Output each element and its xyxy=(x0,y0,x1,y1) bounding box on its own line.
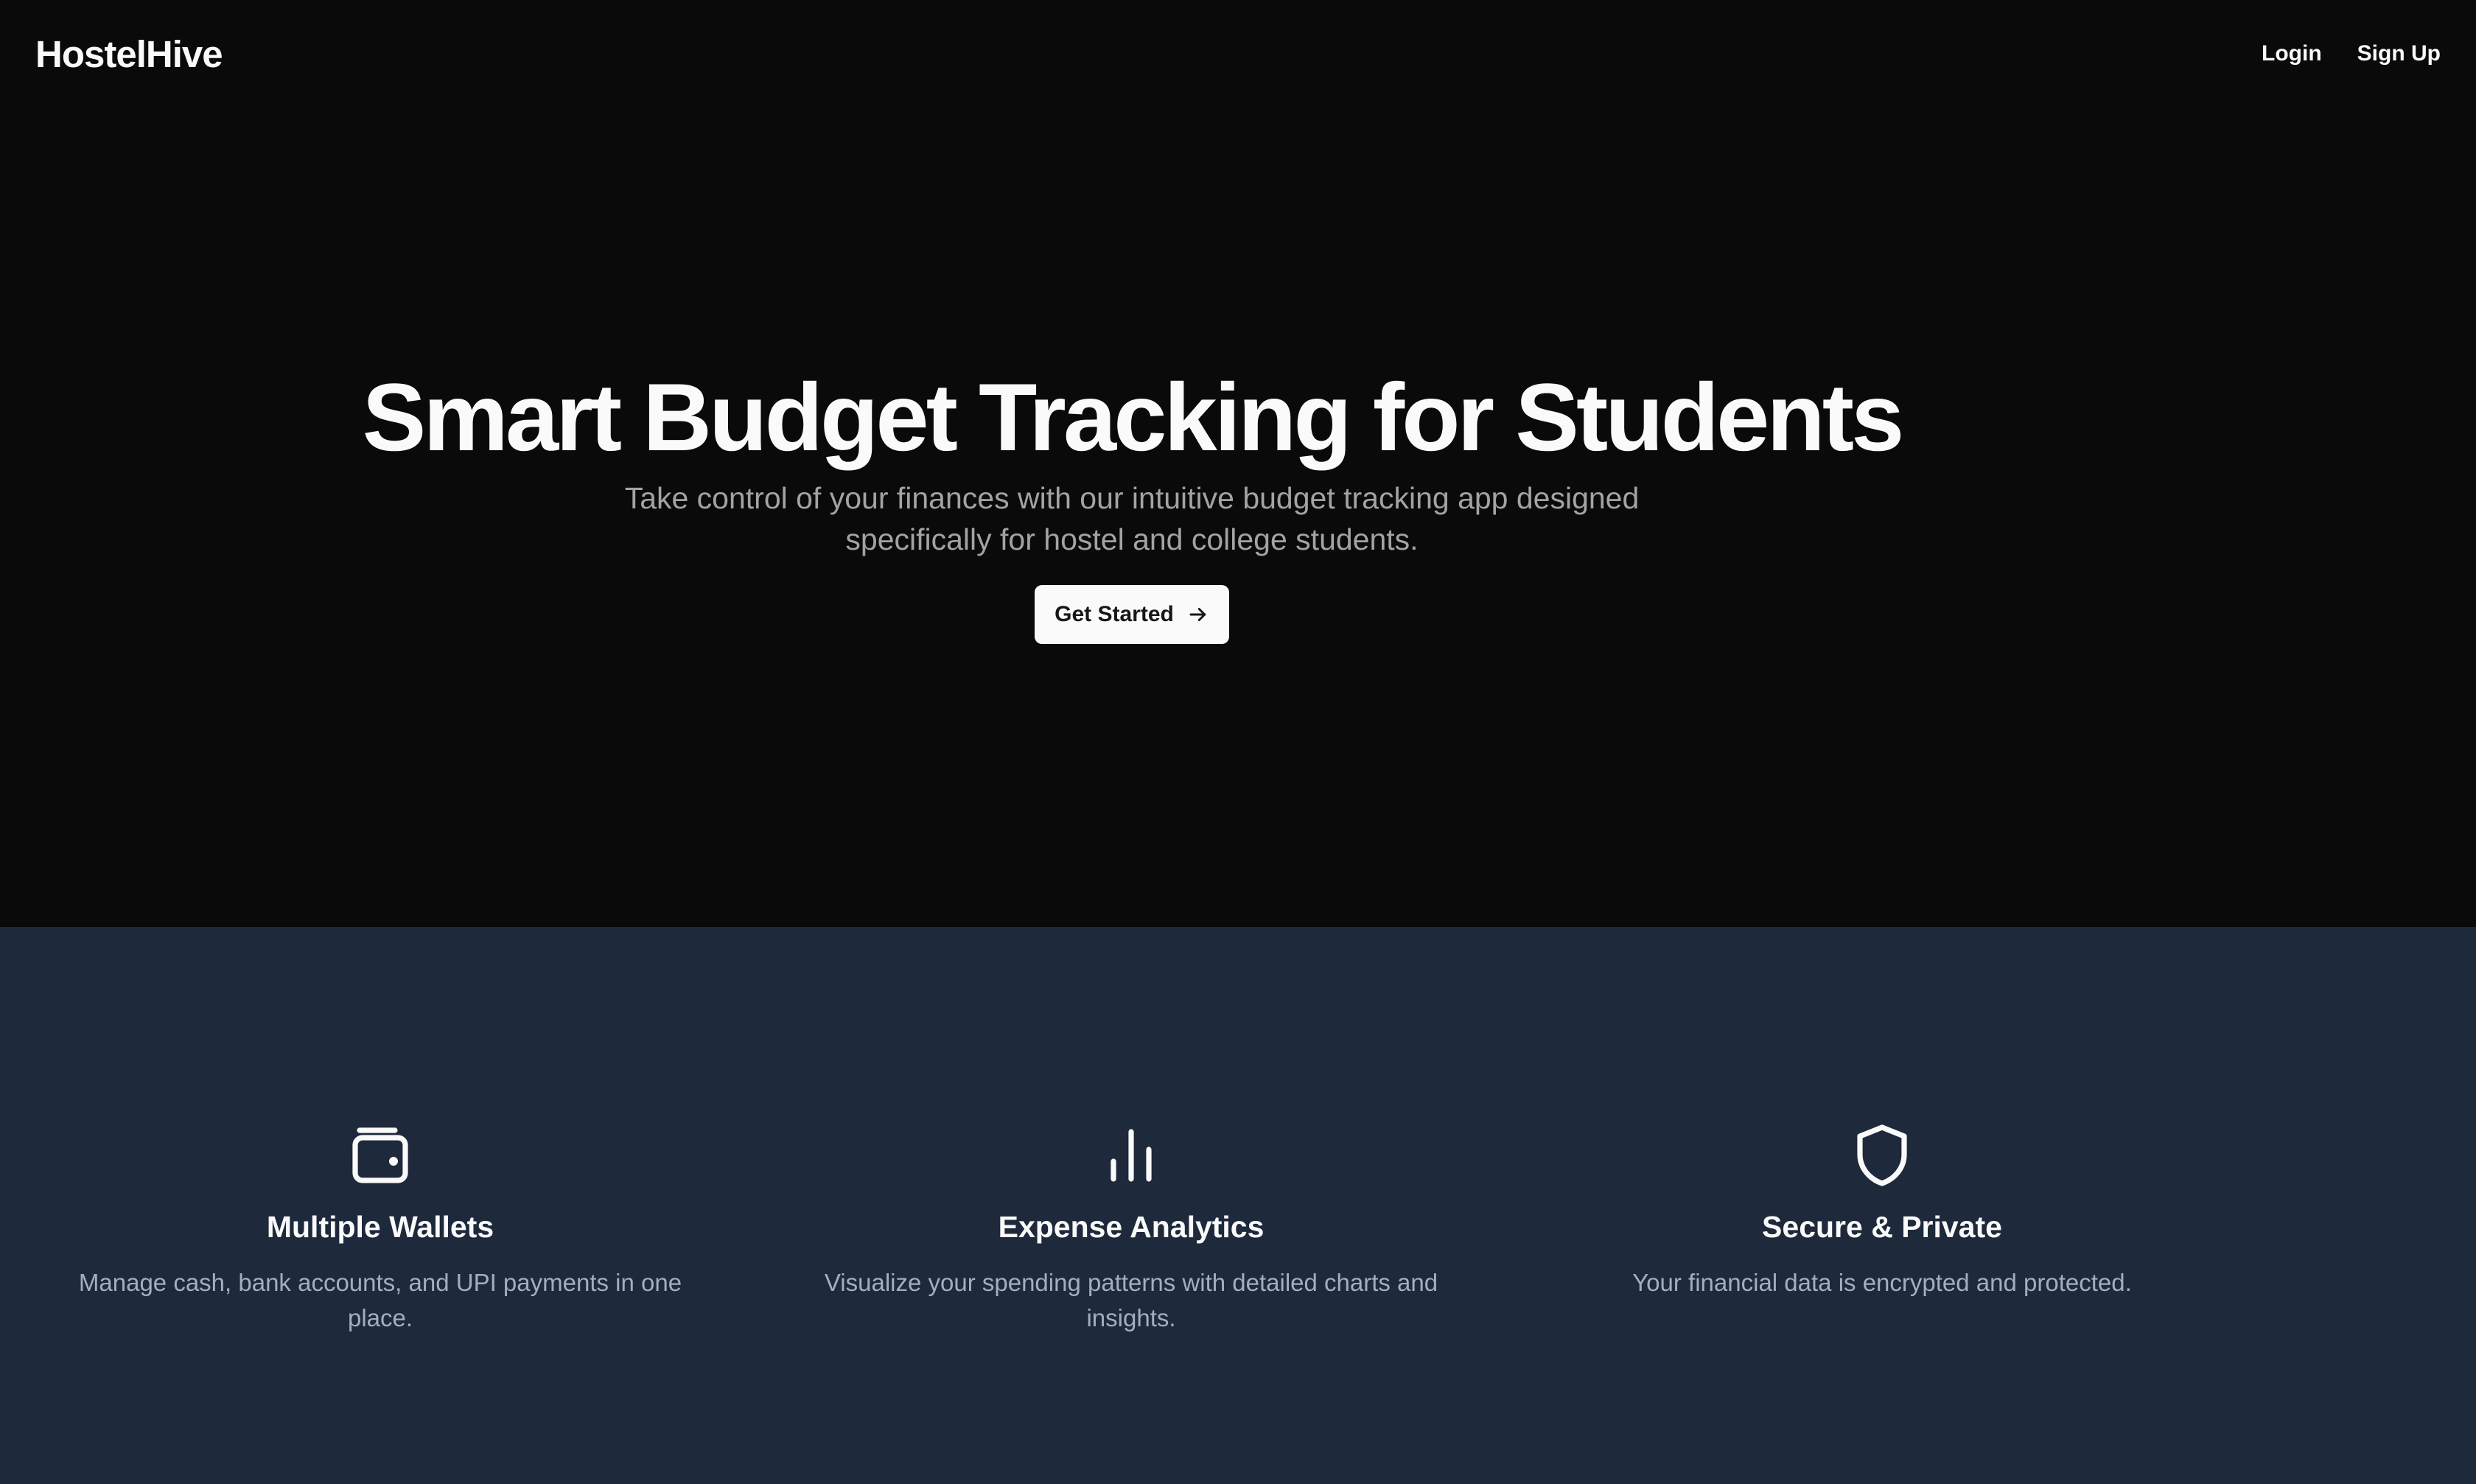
signup-link[interactable]: Sign Up xyxy=(2357,41,2441,66)
site-header: HostelHive Login Sign Up xyxy=(0,0,2476,108)
feature-card-security: Secure & Private Your financial data is … xyxy=(1550,1120,2214,1301)
feature-description: Manage cash, bank accounts, and UPI paym… xyxy=(78,1269,682,1331)
hero-title: Smart Budget Tracking for Students xyxy=(362,363,1905,471)
hero-section: Smart Budget Tracking for Students Take … xyxy=(0,108,2476,927)
header-nav: Login Sign Up xyxy=(2262,41,2441,66)
feature-description: Visualize your spending patterns with de… xyxy=(824,1269,1438,1331)
get-started-label: Get Started xyxy=(1055,602,1174,626)
hero-subtitle: Take control of your finances with our i… xyxy=(624,481,1640,556)
login-link[interactable]: Login xyxy=(2262,41,2322,66)
feature-description: Your financial data is encrypted and pro… xyxy=(1632,1269,2132,1296)
get-started-button[interactable]: Get Started xyxy=(1035,585,1229,644)
feature-title: Secure & Private xyxy=(1762,1210,2002,1244)
brand-logo[interactable]: HostelHive xyxy=(35,32,223,76)
feature-card-wallets: Multiple Wallets Manage cash, bank accou… xyxy=(49,1120,712,1336)
landing-page: HostelHive Login Sign Up Smart Budget Tr… xyxy=(0,0,2476,1484)
arrow-right-icon xyxy=(1189,608,1206,621)
feature-title: Multiple Wallets xyxy=(266,1210,494,1244)
features-section: Multiple Wallets Manage cash, bank accou… xyxy=(0,927,2476,1484)
wallet-icon xyxy=(352,1127,408,1183)
feature-card-analytics: Expense Analytics Visualize your spendin… xyxy=(800,1120,1463,1336)
shield-icon xyxy=(1857,1124,1907,1186)
feature-title: Expense Analytics xyxy=(998,1210,1265,1244)
bar-chart-icon xyxy=(1111,1129,1152,1182)
